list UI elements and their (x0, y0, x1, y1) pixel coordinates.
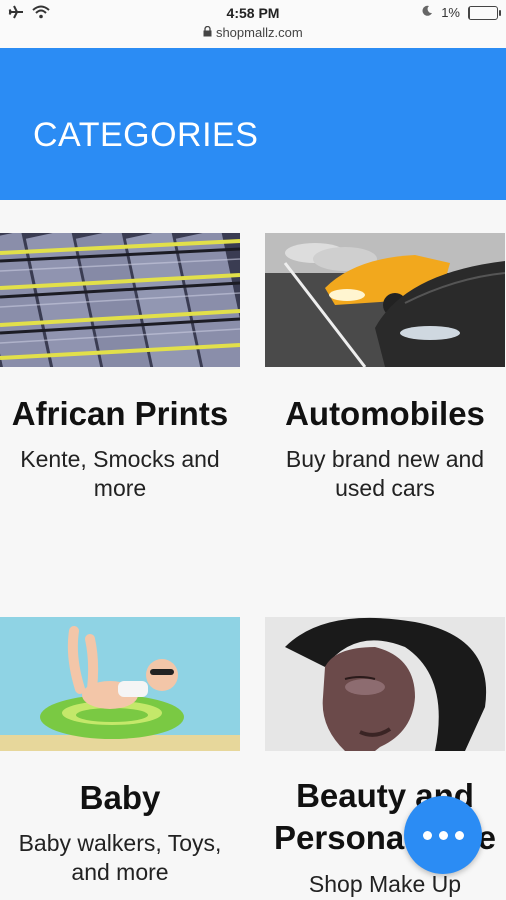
fab-dot (438, 830, 448, 840)
category-description: Baby walkers, Toys, and more (18, 830, 222, 885)
category-card-african-prints[interactable]: African Prints Kente, Smocks and more (0, 233, 240, 501)
automobiles-image (265, 233, 505, 367)
categories-header: CATEGORIES (0, 48, 506, 200)
category-title: African Prints (11, 395, 229, 432)
more-horizontal-icon (422, 830, 432, 840)
category-description: Shop Make Up (308, 871, 462, 897)
category-title: Baby (79, 779, 161, 816)
category-card-automobiles[interactable]: Automobiles Buy brand new and used cars (265, 233, 505, 501)
status-bar: 4:58 PM shopmallz.com 1% (0, 0, 506, 48)
category-card-beauty[interactable]: Beauty and Personal Care Shop Make Up (265, 617, 505, 897)
baby-image (0, 617, 240, 751)
battery-percent: 1% (441, 5, 460, 20)
beauty-image (265, 617, 505, 751)
lock-icon (203, 25, 216, 40)
fab-dot (454, 830, 464, 840)
african-prints-image (0, 233, 240, 367)
address-url[interactable]: shopmallz.com (0, 25, 506, 40)
battery-icon (468, 5, 501, 20)
category-description: Buy brand new and used cars (285, 446, 485, 501)
url-text: shopmallz.com (215, 25, 303, 40)
page-title: CATEGORIES (33, 116, 259, 154)
category-card-baby[interactable]: Baby Baby walkers, Toys, and more (0, 617, 240, 885)
category-description: Kente, Smocks and more (20, 446, 220, 501)
category-title: Automobiles (285, 395, 485, 432)
more-options-button[interactable] (404, 796, 482, 874)
moon-icon (421, 5, 433, 20)
